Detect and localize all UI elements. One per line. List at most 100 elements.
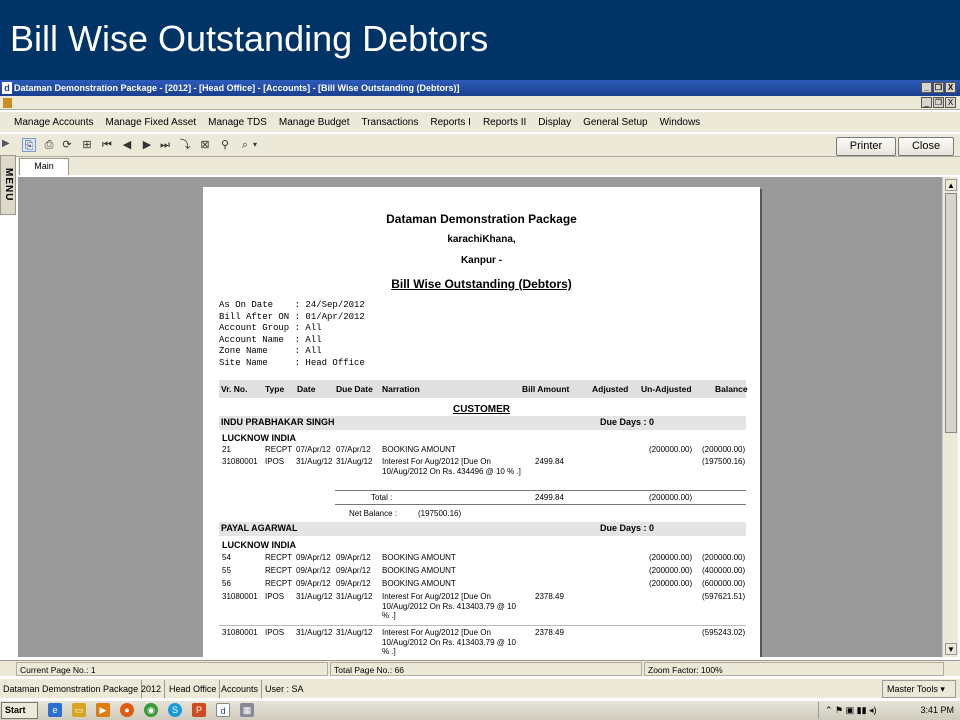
master-tools-dropdown[interactable]: Master Tools ▾ [882,680,956,698]
child-close-button[interactable]: X [945,97,956,108]
printer-button[interactable]: Printer [836,137,896,156]
table-row: 31080001 IPOS 31/Aug/12 31/Aug/12 Intere… [219,628,746,657]
cell-narration: BOOKING AMOUNT [382,553,456,562]
total-label: Total : [371,493,393,502]
restore-button[interactable]: ❐ [933,82,944,93]
tree-icon[interactable]: ⊞ [80,138,94,152]
cell-type: IPOS [265,628,285,637]
cell-date: 09/Apr/12 [296,566,331,575]
menu-display[interactable]: Display [532,117,577,128]
col-type: Type [265,384,285,394]
party-due-days: Due Days : 0 [600,523,655,533]
cell-un-adjusted: (200000.00) [649,579,693,588]
cell-vr-no: 31080001 [222,592,258,601]
close-button[interactable]: Close [898,137,954,156]
ie-icon[interactable]: e [48,703,62,717]
report-parameters: As On Date : 24/Sep/2012 Bill After ON :… [219,300,365,368]
expand-arrow-icon[interactable]: ▶ [2,138,10,149]
zoom-dropdown-arrow-icon[interactable]: ▾ [251,138,259,152]
first-page-icon[interactable]: ⏮ [100,138,114,152]
close-window-button[interactable]: X [945,82,956,93]
total-bill-amount: 2499.84 [535,493,564,502]
param-label: As On Date [219,300,274,310]
menu-manage-tds[interactable]: Manage TDS [202,117,273,128]
print-icon[interactable]: ⎙ [42,138,56,152]
col-vr-no: Vr. No. [221,384,248,394]
clock[interactable]: 3:41 PM [920,702,954,719]
firefox-icon[interactable]: ● [120,703,134,717]
cell-due-date: 09/Apr/12 [336,553,371,562]
prev-page-icon[interactable]: ◀ [120,138,134,152]
zone-name: LUCKNOW INDIA [222,540,296,550]
param-label: Bill After ON [219,311,290,322]
powerpoint-icon[interactable]: P [192,703,206,717]
cell-date: 07/Apr/12 [296,445,331,454]
menu-manage-budget[interactable]: Manage Budget [273,117,356,128]
cell-un-adjusted: (200000.00) [649,553,693,562]
slide-header: Bill Wise Outstanding Debtors [0,0,960,80]
cell-narration: Interest For Aug/2012 [Due On 10/Aug/201… [382,628,516,656]
cell-vr-no: 55 [222,566,231,575]
menu-reports-ii[interactable]: Reports II [477,117,532,128]
menu-reports-i[interactable]: Reports I [424,117,477,128]
table-row: 31080001 IPOS 31/Aug/12 31/Aug/12 Intere… [219,457,746,489]
party-name: PAYAL AGARWAL [221,523,298,533]
param-label: Account Name [219,334,284,345]
calculator-icon[interactable]: ▦ [240,703,254,717]
cell-narration: BOOKING AMOUNT [382,445,456,454]
next-page-icon[interactable]: ▶ [140,138,154,152]
cell-date: 31/Aug/12 [296,628,333,637]
menu-transactions[interactable]: Transactions [355,117,424,128]
media-icon[interactable]: ▶ [96,703,110,717]
zoom-status: Zoom Factor: 100% [644,662,944,676]
goto-page-icon[interactable]: ⤵ [178,138,192,152]
zoom-icon[interactable]: ⌕ [238,138,252,152]
cell-type: RECPT [265,553,293,562]
col-bill-amount: Bill Amount [522,384,570,394]
last-page-icon[interactable]: ⏭ [158,138,172,152]
scroll-down-icon[interactable]: ▼ [945,643,957,655]
side-menu-tab[interactable]: MENU [0,155,16,215]
tab-main-report[interactable]: Main Report [19,158,69,186]
scroll-up-icon[interactable]: ▲ [945,179,957,191]
window-title: Dataman Demonstration Package - [2012] -… [14,83,460,93]
skype-icon[interactable]: S [168,703,182,717]
child-restore-button[interactable]: ❐ [933,97,944,108]
party-header: INDU PRABHAKAR SINGH Due Days : 0 [219,416,746,430]
col-date: Date [297,384,316,394]
report-statusbar: Current Page No.: 1 Total Page No.: 66 Z… [0,660,960,676]
tray-icons[interactable]: ⌃ ⚑ ▣ ▮▮ ◂) [825,702,877,719]
chrome-icon[interactable]: ◉ [144,703,158,717]
info-site: Head Office [166,680,221,698]
cell-vr-no: 54 [222,553,231,562]
scroll-thumb[interactable] [945,193,957,433]
find-icon[interactable]: ⚲ [218,138,232,152]
menu-manage-accounts[interactable]: Manage Accounts [8,117,100,128]
cell-due-date: 31/Aug/12 [336,457,373,466]
net-divider [335,504,746,505]
app-infobar: Dataman Demonstration Package 2012 Head … [0,678,960,698]
cell-date: 31/Aug/12 [296,592,333,601]
param-value: Head Office [305,357,365,368]
net-balance-label: Net Balance : [349,509,398,518]
cell-due-date: 31/Aug/12 [336,628,373,637]
window-titlebar[interactable]: d Dataman Demonstration Package - [2012]… [0,80,960,96]
cell-narration: Interest For Aug/2012 [Due On 10/Aug/201… [382,457,521,476]
menu-manage-fixed-asset[interactable]: Manage Fixed Asset [100,117,203,128]
vertical-scrollbar[interactable]: ▲ ▼ [942,177,958,657]
child-minimize-button[interactable]: _ [921,97,932,108]
report-column-header: Vr. No. Type Date Due Date Narration Bil… [219,380,748,398]
cell-due-date: 09/Apr/12 [336,566,371,575]
minimize-button[interactable]: _ [921,82,932,93]
menubar: Manage Accounts Manage Fixed Asset Manag… [0,112,960,132]
menu-general-setup[interactable]: General Setup [577,117,654,128]
refresh-icon[interactable]: ⟳ [60,138,74,152]
cell-vr-no: 56 [222,579,231,588]
stop-icon[interactable]: ⊠ [198,138,212,152]
export-icon[interactable]: ⎘ [22,138,36,152]
menu-windows[interactable]: Windows [654,117,707,128]
start-button[interactable]: Start [1,702,38,719]
cell-balance: (400000.00) [702,566,746,575]
explorer-icon[interactable]: ▭ [72,703,86,717]
dataman-task-icon[interactable]: d [216,703,230,717]
